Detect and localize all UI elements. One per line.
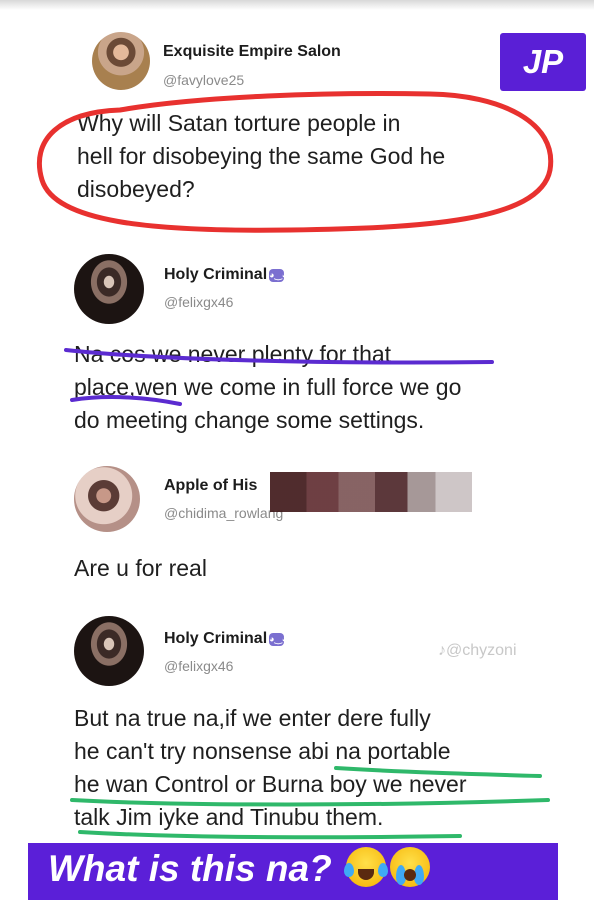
avatar[interactable] <box>74 616 144 686</box>
tweet-text-line: hell for disobeying the same God he <box>77 143 446 169</box>
devil-emoji-icon: ◕‿◕ <box>269 269 288 282</box>
display-name[interactable]: Apple of His <box>164 477 257 495</box>
tweet-text: Why will Satan torture people in hell fo… <box>77 107 445 206</box>
jp-logo-badge: JP <box>500 33 586 91</box>
caption-banner: What is this na? <box>28 843 558 900</box>
redaction-blur <box>270 472 472 512</box>
tweet-text: But na true na,if we enter dere fully he… <box>74 702 467 834</box>
crying-emoji-icon <box>389 847 430 887</box>
avatar[interactable] <box>74 466 140 532</box>
display-name[interactable]: Holy Criminal ◕‿◕ <box>164 266 288 284</box>
tweet-text-line: disobeyed? <box>77 176 195 202</box>
tweet-text-line: talk Jim iyke and Tinubu them. <box>74 804 384 830</box>
tweet-text-line: place,wen we come in full force we go <box>74 374 462 400</box>
tweet-text: Na cos we never plenty for that place,we… <box>74 338 461 437</box>
tweet-text-line: But na true na,if we enter dere fully <box>74 705 431 731</box>
tweet-text-line: he can't try nonsense abi na portable <box>74 738 451 764</box>
tweet-text-line: Na cos we never plenty for that <box>74 341 392 367</box>
caption-label: What is this na? <box>48 848 332 889</box>
handle[interactable]: @felixgx46 <box>164 658 233 674</box>
display-name-text: Holy Criminal <box>164 630 268 647</box>
tweet-text: Are u for real <box>74 552 207 585</box>
avatar[interactable] <box>92 32 150 90</box>
devil-emoji-icon: ◕‿◕ <box>269 633 288 646</box>
display-name-text: Holy Criminal <box>164 266 268 283</box>
tiktok-watermark: ♪@chyzoni <box>438 642 517 659</box>
tweet-text-line: Are u for real <box>74 555 207 581</box>
top-shadow-strip <box>0 0 594 10</box>
handle[interactable]: @favylove25 <box>163 72 244 88</box>
display-name[interactable]: Holy Criminal ◕‿◕ <box>164 630 288 648</box>
laughing-crying-emoji-icon <box>343 847 388 887</box>
tweet-text-line: do meeting change some settings. <box>74 407 425 433</box>
avatar[interactable] <box>74 254 144 324</box>
handle[interactable]: @chidima_rowlang <box>164 505 283 521</box>
handle[interactable]: @felixgx46 <box>164 294 233 310</box>
display-name[interactable]: Exquisite Empire Salon <box>163 43 341 61</box>
caption-text: What is this na? <box>48 847 430 890</box>
tweet-text-line: Why will Satan torture people in <box>77 110 401 136</box>
tweet-text-line: he wan Control or Burna boy we never <box>74 771 467 797</box>
